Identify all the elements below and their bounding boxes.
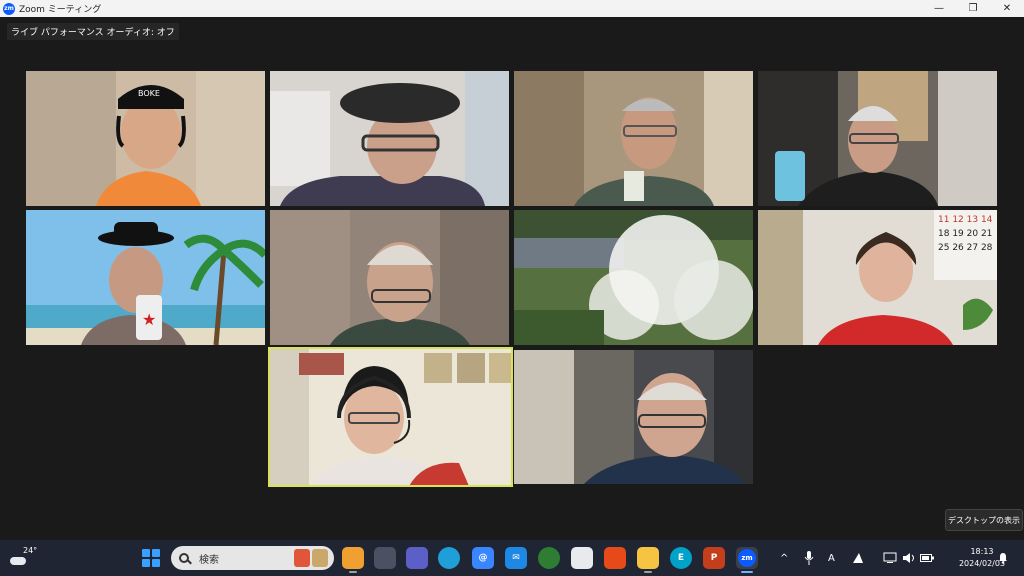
svg-text:18 19 20 21: 18 19 20 21 (938, 229, 992, 239)
e-app[interactable]: E (670, 547, 692, 569)
participant-video-tile[interactable] (514, 350, 753, 484)
minimize-button[interactable]: — (922, 0, 956, 17)
svg-text:25 26 27 28: 25 26 27 28 (938, 243, 993, 253)
file-explorer-app[interactable] (637, 547, 659, 573)
teams-app[interactable] (406, 547, 428, 569)
powerpoint-app[interactable]: P (703, 547, 725, 569)
participant-video (758, 71, 997, 206)
tray-overflow-button[interactable]: ^ (780, 540, 788, 576)
windows-taskbar: 24° 検索 @ ✉ E P zm ^ A 18:13 2024/02/03 (0, 540, 1024, 576)
svg-text:★: ★ (142, 310, 156, 329)
store-app[interactable] (571, 547, 593, 569)
window-titlebar: zm Zoom ミーティング — ❐ ✕ (0, 0, 1024, 17)
ime-indicator[interactable]: A (828, 540, 835, 576)
meeting-gallery: ライブ パフォーマンス オーディオ: オフ BOKE ★ 11 12 13 14… (0, 17, 1024, 540)
participant-video-tile[interactable] (270, 71, 509, 206)
active-speaker-tile[interactable] (268, 347, 513, 487)
search-highlight-icon (294, 549, 328, 567)
participant-video (270, 210, 509, 345)
cloud-icon (10, 557, 26, 565)
maximize-button[interactable]: ❐ (956, 0, 990, 17)
windows-logo-icon (142, 549, 150, 557)
participant-video-tile[interactable] (514, 210, 753, 345)
temperature-label: 24° (23, 546, 38, 555)
search-placeholder: 検索 (199, 554, 219, 566)
window-title: Zoom ミーティング (19, 5, 102, 15)
participant-video-tile[interactable] (270, 210, 509, 345)
svg-text:11 12 13 14: 11 12 13 14 (938, 215, 993, 225)
microphone-icon[interactable] (804, 540, 814, 576)
network-icon[interactable] (883, 540, 897, 576)
participant-video-tile[interactable]: 11 12 13 14 18 19 20 21 25 26 27 28 (758, 210, 997, 345)
pen-icon[interactable] (852, 540, 864, 576)
participant-video: 11 12 13 14 18 19 20 21 25 26 27 28 (758, 210, 997, 345)
notification-bell-icon[interactable] (998, 540, 1008, 576)
participant-video: ★ (26, 210, 265, 345)
start-button[interactable] (142, 549, 160, 567)
earth-app[interactable] (538, 547, 560, 569)
office-app[interactable] (604, 547, 626, 569)
weather-widget[interactable]: 24° (8, 545, 38, 571)
taskbar-search-box[interactable]: 検索 (171, 546, 334, 570)
zoom-app[interactable]: zm (736, 547, 758, 573)
participant-video (514, 71, 753, 206)
participant-video (514, 210, 753, 345)
close-button[interactable]: ✕ (990, 0, 1024, 17)
window-controls: — ❐ ✕ (922, 0, 1024, 17)
battery-icon[interactable] (920, 540, 934, 576)
volume-icon[interactable] (902, 540, 916, 576)
participant-video-tile[interactable] (758, 71, 997, 206)
participant-video-tile[interactable]: BOKE (26, 71, 265, 206)
edge-app[interactable] (438, 547, 460, 569)
participant-video (270, 71, 509, 206)
mail-at-app[interactable]: @ (472, 547, 494, 569)
participant-video: BOKE (26, 71, 265, 206)
zoom-logo-icon: zm (3, 2, 15, 15)
participant-video-tile[interactable]: ★ (26, 210, 265, 345)
search-icon (179, 553, 189, 563)
live-performance-audio-status[interactable]: ライブ パフォーマンス オーディオ: オフ (7, 23, 179, 40)
participant-video-tile[interactable] (514, 71, 753, 206)
zoom-icon: zm (738, 549, 756, 567)
svg-text:BOKE: BOKE (138, 89, 160, 98)
task-view-button[interactable] (374, 547, 396, 569)
participant-video (269, 348, 512, 486)
participant-video (514, 350, 753, 484)
show-desktop-tooltip: デスクトップの表示 (945, 509, 1023, 531)
copilot-app[interactable] (342, 547, 364, 573)
mail-app[interactable]: ✉ (505, 547, 527, 569)
